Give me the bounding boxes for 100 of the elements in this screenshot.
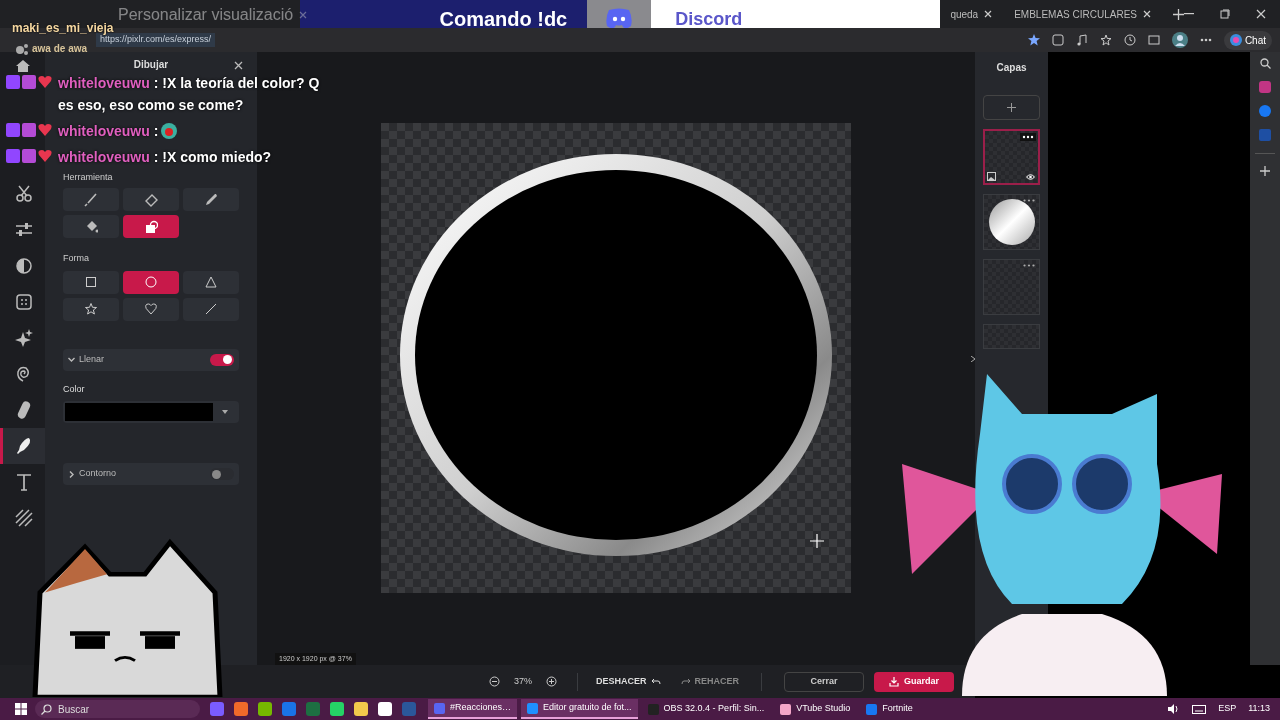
draw-icon <box>15 437 33 455</box>
layer-thumbnail[interactable] <box>983 129 1040 185</box>
taskbar-app[interactable]: Editor gratuito de fot... <box>521 699 638 719</box>
minimize-icon[interactable] <box>1184 13 1194 15</box>
search-icon[interactable] <box>1259 58 1271 69</box>
tool-button[interactable] <box>183 188 239 211</box>
taskbar-app[interactable]: Fortnite <box>860 699 919 719</box>
sphere-icon <box>988 198 1036 246</box>
shape-button[interactable] <box>63 270 119 294</box>
star-icon[interactable] <box>1027 34 1040 46</box>
fill-row[interactable]: Llenar <box>63 348 239 371</box>
color-swatch[interactable] <box>65 403 213 421</box>
image-icon <box>987 172 996 181</box>
history-icon[interactable] <box>1123 34 1136 46</box>
chat-button[interactable]: Chat <box>1223 30 1272 50</box>
emote-icon <box>160 122 179 140</box>
caret-icon[interactable] <box>222 410 228 414</box>
undo-button[interactable]: DESHACER <box>596 674 661 689</box>
rail-tool[interactable] <box>0 428 45 464</box>
star-icon <box>85 303 97 315</box>
sparkle-icon <box>15 329 33 347</box>
chat-message: whiteloveuwu : !X la teoría del color? Q es eso, eso como se come? <box>58 74 321 115</box>
badge-icon <box>6 149 20 163</box>
download-icon <box>889 676 900 687</box>
heart-icon <box>145 303 157 315</box>
close-icon[interactable] <box>1256 9 1266 19</box>
app-icon <box>780 703 792 715</box>
banner-text: Comando !dc <box>439 7 568 32</box>
heart-badge-icon <box>38 75 52 88</box>
toggle-switch[interactable] <box>210 468 234 480</box>
close-icon[interactable] <box>984 10 993 18</box>
line-icon <box>205 303 217 315</box>
save-button[interactable]: Guardar <box>874 671 955 692</box>
search-placeholder: Buscar <box>58 702 90 717</box>
app-icon[interactable] <box>1259 81 1271 93</box>
taskbar-app[interactable]: #Reacciones… <box>428 699 518 719</box>
dots-icon <box>16 42 28 55</box>
texture-icon <box>15 293 33 311</box>
cut-icon <box>15 185 33 203</box>
shape-button[interactable] <box>123 270 179 294</box>
tool-button[interactable] <box>123 215 179 238</box>
section-label: Color <box>63 382 86 396</box>
browser-tab[interactable]: Personalizar visualizació <box>112 4 314 26</box>
tool-button[interactable] <box>123 188 179 211</box>
heart-badge-icon <box>38 123 52 136</box>
home-icon[interactable] <box>15 60 30 72</box>
app-icon[interactable] <box>1259 105 1271 117</box>
shape-button[interactable] <box>63 297 119 321</box>
browser-tab[interactable]: EMBLEMAS CIRCULARES <box>1008 3 1157 25</box>
tool-button[interactable] <box>63 215 119 238</box>
puzzle-icon[interactable] <box>1051 34 1064 46</box>
avatar-icon[interactable] <box>1171 32 1188 48</box>
color-field[interactable] <box>63 401 239 423</box>
more-icon[interactable] <box>1020 133 1036 141</box>
crosshair-cursor-icon <box>810 534 824 548</box>
redo-button[interactable]: REHACER <box>680 674 740 689</box>
favorites-icon[interactable] <box>1099 34 1112 46</box>
discord-label: Discord <box>675 7 743 31</box>
close-button[interactable]: Cerrar <box>784 671 865 692</box>
search-icon <box>41 703 52 715</box>
close-icon[interactable] <box>234 61 243 70</box>
screenshot-icon[interactable] <box>1147 34 1160 46</box>
eraser-icon <box>144 192 158 207</box>
panel-title: Dibujar <box>133 58 169 72</box>
windows-start-icon[interactable] <box>15 703 27 715</box>
address-field[interactable]: https://pixlr.com/es/express/ <box>96 33 216 47</box>
layers-title: Capas <box>996 61 1027 75</box>
plus-icon[interactable] <box>1260 166 1270 176</box>
new-tab-icon[interactable] <box>1173 8 1184 20</box>
taskbar-app[interactable]: OBS 32.0.4 - Perfil: Sin... <box>641 699 771 719</box>
music-icon[interactable] <box>1075 34 1088 46</box>
app-icon <box>866 703 878 715</box>
browser-tab[interactable]: queda <box>944 3 999 25</box>
outline-row[interactable]: Contorno <box>63 463 239 485</box>
zoom-out-icon[interactable] <box>489 676 500 687</box>
taskbar-app[interactable]: VTube Studio <box>774 699 857 719</box>
circle-icon <box>145 276 157 288</box>
close-icon[interactable] <box>1143 10 1151 18</box>
speaker-icon[interactable] <box>1168 704 1181 714</box>
more-icon[interactable] <box>1023 264 1035 267</box>
chevron-right-icon[interactable] <box>971 356 975 362</box>
zoom-in-icon[interactable] <box>546 676 557 687</box>
keyboard-icon[interactable] <box>1192 704 1207 714</box>
more-icon[interactable] <box>1199 38 1212 42</box>
more-icon[interactable] <box>1023 199 1035 202</box>
badge-icon <box>6 75 20 89</box>
language-indicator[interactable]: ESP <box>1218 702 1237 716</box>
text-icon <box>15 473 33 491</box>
toggle-switch[interactable] <box>210 353 234 366</box>
eye-icon[interactable] <box>1026 174 1035 180</box>
badge-icon <box>22 123 36 137</box>
layer-thumbnail[interactable] <box>983 194 1040 250</box>
contrast-icon <box>15 257 33 275</box>
restore-icon[interactable] <box>1220 9 1230 19</box>
pattern-icon <box>15 509 33 527</box>
discord-logo-icon <box>605 8 634 30</box>
redo-icon <box>680 677 691 686</box>
taskbar-search-field[interactable]: Buscar <box>35 700 200 718</box>
layer-thumbnail[interactable] <box>983 259 1040 315</box>
clock[interactable]: 11:13 <box>1248 702 1270 716</box>
